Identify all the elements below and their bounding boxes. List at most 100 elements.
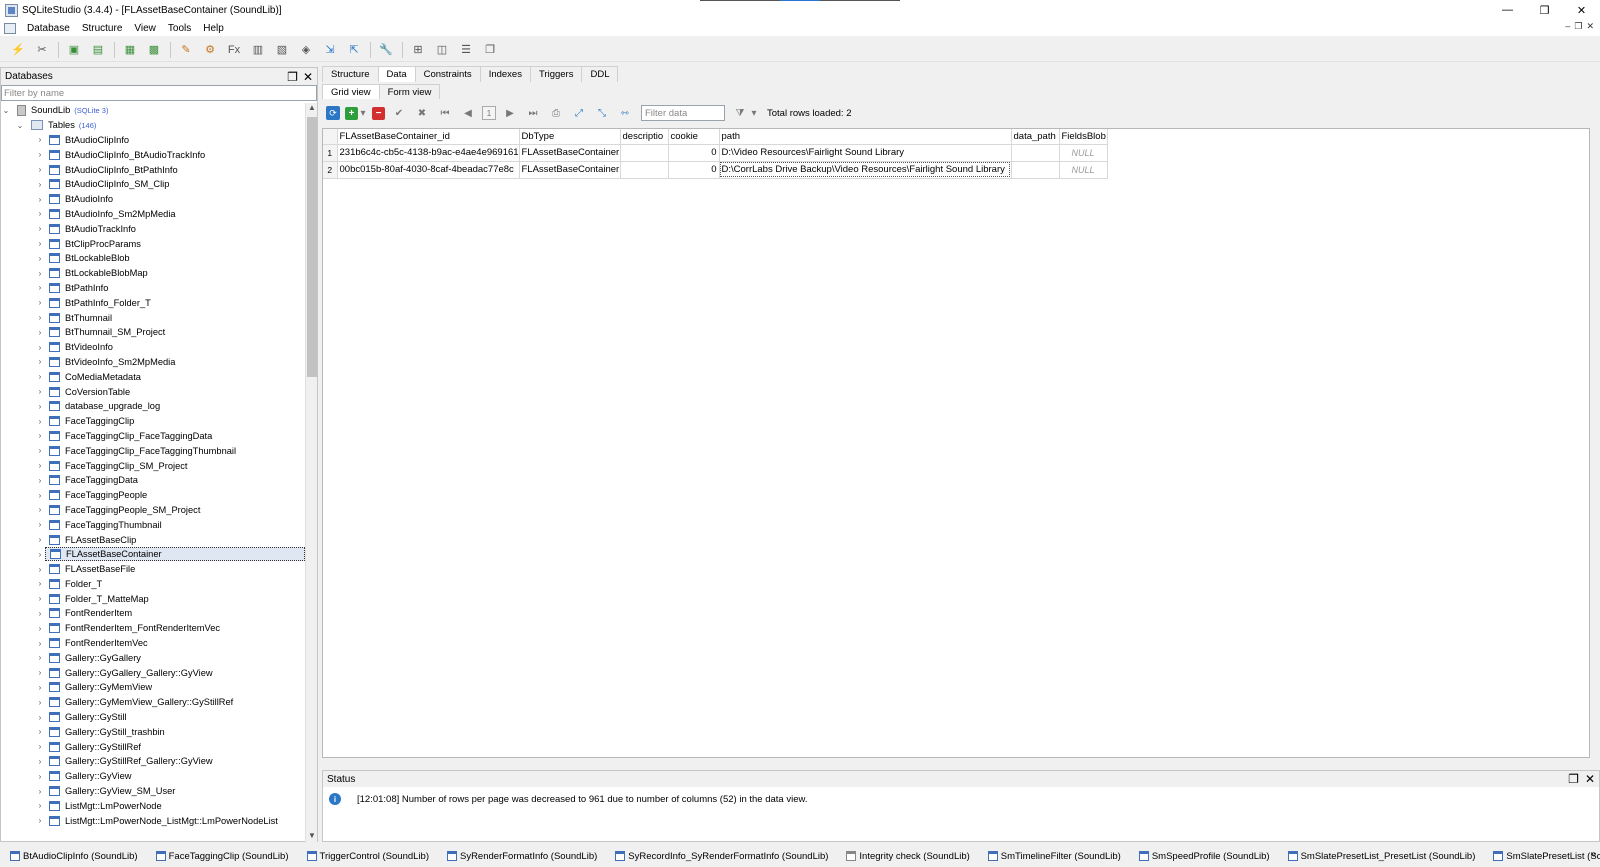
disconnect-icon[interactable]: ✂ xyxy=(32,41,52,59)
window-tab[interactable]: SmSpeedProfile (SoundLib) xyxy=(1138,851,1270,862)
grid-cell[interactable] xyxy=(620,144,669,162)
chevron-right-icon[interactable]: › xyxy=(35,713,45,722)
data-grid-area[interactable]: FLAssetBaseContainer_id DbType descriptio c… xyxy=(322,128,1590,758)
filter-mode-icon[interactable]: ⧩ xyxy=(731,105,749,121)
tree-table-item-box[interactable]: BtAudioClipInfo_BtAudioTrackInfo xyxy=(45,148,305,162)
chevron-right-icon[interactable]: › xyxy=(35,343,45,352)
tree-table-item[interactable]: › BtLockableBlob xyxy=(1,251,305,266)
chevron-right-icon[interactable]: › xyxy=(35,535,45,544)
shrink-columns-icon[interactable]: ⤡ xyxy=(593,105,611,121)
grid-cell[interactable] xyxy=(1011,144,1060,162)
scroll-down-icon[interactable]: ▼ xyxy=(306,831,318,843)
tree-table-item-box[interactable]: Gallery::GyView xyxy=(45,769,305,783)
tree-table-item[interactable]: › Gallery::GyStillRef_Gallery::GyView xyxy=(1,754,305,769)
tree-table-item-box[interactable]: Gallery::GyGallery xyxy=(45,651,305,665)
chevron-right-icon[interactable]: › xyxy=(35,209,45,218)
tree-table-item-box[interactable]: FontRenderItem_FontRenderItemVec xyxy=(45,621,305,635)
tree-table-item-box[interactable]: Gallery::GyStill xyxy=(45,710,305,724)
chevron-right-icon[interactable]: › xyxy=(35,816,45,825)
tree-table-item[interactable]: › Gallery::GyMemView xyxy=(1,680,305,695)
export-icon[interactable]: ⇱ xyxy=(344,41,364,59)
window-tab[interactable]: SmTimelineFilter (SoundLib) xyxy=(987,851,1121,862)
scroll-up-icon[interactable]: ▲ xyxy=(306,103,318,115)
tree-table-item[interactable]: › Gallery::GyStill xyxy=(1,710,305,725)
chevron-right-icon[interactable]: › xyxy=(35,757,45,766)
chevron-right-icon[interactable]: › xyxy=(35,727,45,736)
tree-table-item-box[interactable]: Gallery::GyGallery_Gallery::GyView xyxy=(45,666,305,680)
tree-table-item-box[interactable]: BtThumnail xyxy=(45,311,305,325)
tree-table-item[interactable]: › Gallery::GyStill_trashbin xyxy=(1,724,305,739)
grid-cell[interactable]: NULL xyxy=(1059,144,1108,162)
column-header[interactable]: data_path xyxy=(1011,129,1060,145)
tree-table-item[interactable]: › FLAssetBaseClip xyxy=(1,532,305,547)
chevron-right-icon[interactable]: › xyxy=(35,624,45,633)
grid-cell[interactable] xyxy=(620,161,669,179)
extension-manager-icon[interactable]: ▧ xyxy=(272,41,292,59)
tree-table-item[interactable]: › FLAssetBaseFile xyxy=(1,562,305,577)
chevron-right-icon[interactable]: › xyxy=(35,431,45,440)
tree-table-item-box[interactable]: Gallery::GyView_SM_User xyxy=(45,784,305,798)
tree-table-item-box[interactable]: Gallery::GyMemView xyxy=(45,680,305,694)
tree-table-item[interactable]: › BtThumnail xyxy=(1,310,305,325)
tree-table-item-box[interactable]: database_upgrade_log xyxy=(45,399,305,413)
tree-table-item-box[interactable]: FaceTaggingData xyxy=(45,473,305,487)
tree-table-item[interactable]: › Gallery::GyView xyxy=(1,769,305,784)
first-page-icon[interactable]: ⏮ xyxy=(436,105,454,121)
window-tab[interactable]: TriggerControl (SoundLib) xyxy=(306,851,429,862)
window-tab[interactable]: SyRecordInfo_SyRenderFormatInfo (SoundLi… xyxy=(615,851,828,862)
float-panel-icon[interactable]: ❐ xyxy=(287,70,298,84)
page-number[interactable]: 1 xyxy=(482,106,496,120)
filter-data-input[interactable] xyxy=(641,105,725,121)
tree-table-item-box[interactable]: FontRenderItemVec xyxy=(45,636,305,650)
tree-table-item[interactable]: › Folder_T xyxy=(1,577,305,592)
column-header[interactable]: DbType xyxy=(519,129,621,145)
tree-table-item-box[interactable]: BtVideoInfo xyxy=(45,340,305,354)
tree-table-item[interactable]: › BtLockableBlobMap xyxy=(1,266,305,281)
row-number[interactable]: 2 xyxy=(323,161,338,179)
window-tab[interactable]: FaceTaggingClip (SoundLib) xyxy=(155,851,289,862)
tree-table-item-box[interactable]: BtLockableBlobMap xyxy=(45,266,305,280)
chevron-right-icon[interactable]: › xyxy=(35,195,45,204)
next-page-icon[interactable]: ▶ xyxy=(501,105,519,121)
tree-table-item[interactable]: › Gallery::GyGallery xyxy=(1,650,305,665)
import-icon[interactable]: ⇲ xyxy=(320,41,340,59)
column-header[interactable]: cookie xyxy=(668,129,720,145)
chevron-right-icon[interactable]: › xyxy=(35,639,45,648)
chevron-right-icon[interactable]: › xyxy=(35,224,45,233)
chevron-right-icon[interactable]: › xyxy=(35,579,45,588)
add-database-icon[interactable]: ▣ xyxy=(64,41,84,59)
filter-by-name-input[interactable] xyxy=(1,85,317,101)
chevron-right-icon[interactable]: › xyxy=(35,269,45,278)
cascade-icon[interactable]: ❐ xyxy=(480,41,500,59)
tree-table-item-box[interactable]: BtAudioInfo xyxy=(45,192,305,206)
mdi-window-icon[interactable] xyxy=(4,22,16,34)
chevron-right-icon[interactable]: › xyxy=(35,328,45,337)
table-row[interactable]: 1 231b6c4c-cb5c-4138-b9ac-e4ae4e969161 FLA… xyxy=(323,144,1108,162)
chevron-right-icon[interactable]: › xyxy=(35,372,45,381)
tree-table-item[interactable]: › FaceTaggingData xyxy=(1,473,305,488)
chevron-right-icon[interactable]: › xyxy=(35,491,45,500)
chevron-right-icon[interactable]: › xyxy=(35,609,45,618)
tree-table-item-box[interactable]: BtPathInfo xyxy=(45,281,305,295)
mdi-close-button[interactable]: ✕ xyxy=(1586,21,1594,32)
connect-icon[interactable]: ⚡ xyxy=(8,41,28,59)
more-windows-icon[interactable]: » xyxy=(1590,849,1596,860)
tree-table-item-box[interactable]: FaceTaggingClip_FaceTaggingThumbnail xyxy=(45,444,305,458)
tree-table-item-box[interactable]: FaceTaggingPeople xyxy=(45,488,305,502)
chevron-right-icon[interactable]: › xyxy=(35,742,45,751)
tree-table-item-box[interactable]: BtPathInfo_Folder_T xyxy=(45,296,305,310)
tree-table-item-box[interactable]: BtThumnail_SM_Project xyxy=(45,325,305,339)
chevron-right-icon[interactable]: › xyxy=(35,165,45,174)
grid-cell[interactable]: FLAssetBaseContainer xyxy=(519,161,621,179)
data-grid[interactable]: FLAssetBaseContainer_id DbType descriptio c… xyxy=(323,129,1108,179)
new-table-icon[interactable]: ▦ xyxy=(120,41,140,59)
column-header[interactable]: FLAssetBaseContainer_id xyxy=(337,129,520,145)
tree-table-item[interactable]: › ListMgt::LmPowerNode xyxy=(1,798,305,813)
restore-button[interactable]: ❐ xyxy=(1526,0,1563,20)
commit-icon[interactable]: ✔ xyxy=(390,105,408,121)
tree-table-item[interactable]: › FaceTaggingThumbnail xyxy=(1,517,305,532)
grid-cell[interactable] xyxy=(1011,161,1060,179)
tree-table-item[interactable]: › Gallery::GyStillRef xyxy=(1,739,305,754)
rollback-icon[interactable]: ✖ xyxy=(413,105,431,121)
tree-table-item-box[interactable]: Gallery::GyStillRef xyxy=(45,740,305,754)
